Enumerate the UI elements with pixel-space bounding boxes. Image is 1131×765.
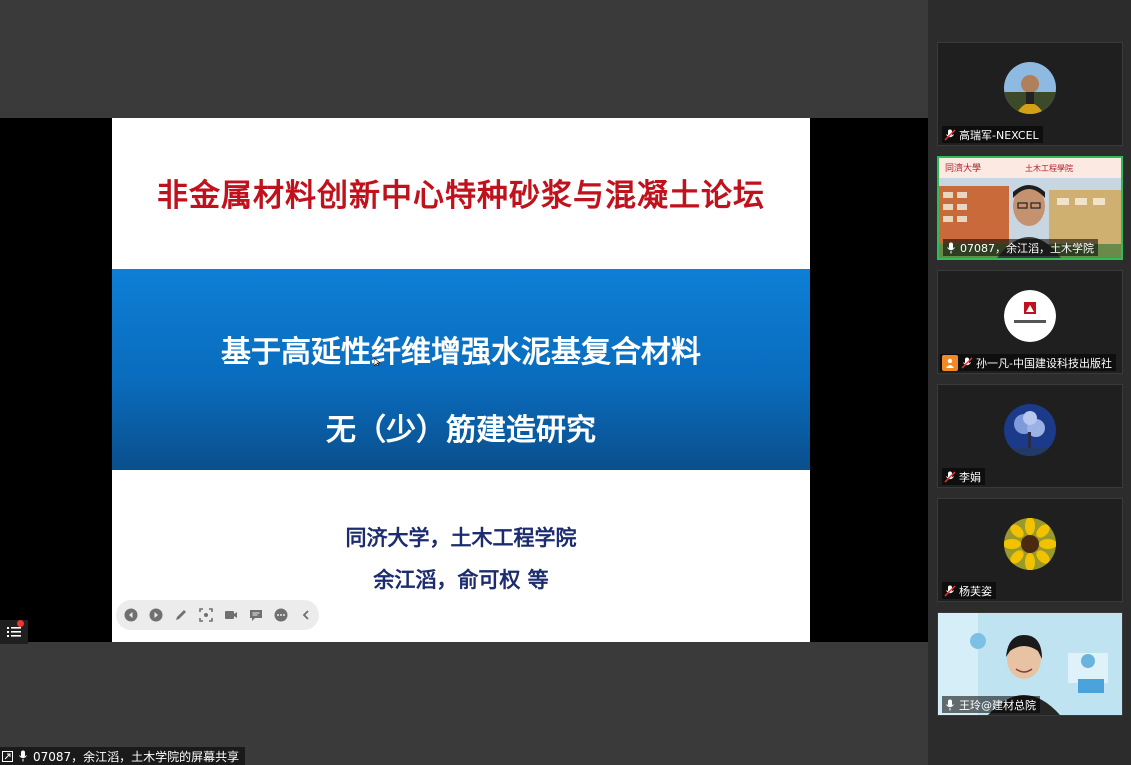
avatar bbox=[1004, 518, 1056, 570]
microphone-icon bbox=[946, 699, 954, 710]
microphone-icon bbox=[19, 750, 27, 762]
list-icon bbox=[7, 627, 21, 637]
slide-subtitle-line1: 基于高延性纤维增强水泥基复合材料 bbox=[221, 335, 701, 370]
participant-name: 王玲@建材总院 bbox=[959, 698, 1036, 712]
participant-tile[interactable]: 高瑞军-NEXCEL bbox=[937, 42, 1123, 146]
svg-text:土木工程學院: 土木工程學院 bbox=[1025, 163, 1073, 173]
shared-screen-area: 非金属材料创新中心特种砂浆与混凝土论坛 基于高延性纤维增强水泥基复合材料 无（少… bbox=[0, 0, 928, 765]
participant-tile[interactable]: 王玲@建材总院 bbox=[937, 612, 1123, 716]
participant-name-tag: 王玲@建材总院 bbox=[942, 696, 1040, 713]
slide-subtitle-line2: 无（少）筋建造研究 bbox=[326, 413, 596, 448]
participant-name-tag: 高瑞军-NEXCEL bbox=[942, 126, 1043, 143]
svg-text:同濟大學: 同濟大學 bbox=[945, 162, 981, 174]
slide-affiliation: 同济大学，土木工程学院 bbox=[345, 526, 577, 550]
participant-name: 李娟 bbox=[959, 470, 981, 484]
host-icon bbox=[942, 354, 958, 371]
participant-name-tag: 李娟 bbox=[942, 468, 985, 485]
participant-tile[interactable]: 杨芙姿 bbox=[937, 498, 1123, 602]
collapse-icon[interactable] bbox=[297, 606, 315, 624]
screenshot-icon[interactable] bbox=[197, 606, 215, 624]
microphone-muted-icon bbox=[944, 584, 956, 597]
avatar bbox=[1004, 62, 1056, 114]
microphone-muted-icon bbox=[961, 356, 973, 369]
next-icon[interactable] bbox=[147, 606, 165, 624]
notification-dot bbox=[17, 620, 24, 627]
screen-share-label: 07087，余江滔，土木学院的屏幕共享 bbox=[33, 749, 240, 764]
microphone-muted-icon bbox=[944, 470, 956, 483]
slideshow-toolbar bbox=[116, 600, 319, 630]
participant-name: 高瑞军-NEXCEL bbox=[959, 128, 1039, 142]
share-icon bbox=[2, 750, 13, 762]
participant-name: 孙一凡-中国建设科技出版社 bbox=[976, 356, 1112, 370]
participant-sidebar: 高瑞军-NEXCEL 同濟大學 土木工程學院 07087，余江滔，土木学院 孙一… bbox=[928, 0, 1131, 765]
subtitle-banner: 基于高延性纤维增强水泥基复合材料 无（少）筋建造研究 bbox=[112, 269, 810, 470]
participant-name-tag: 07087，余江滔，土木学院 bbox=[943, 239, 1098, 256]
screen-share-status: 07087，余江滔，土木学院的屏幕共享 bbox=[0, 747, 246, 765]
slide-authors: 余江滔，俞可权 等 bbox=[373, 568, 549, 592]
microphone-muted-icon bbox=[944, 128, 956, 141]
chat-icon[interactable] bbox=[247, 606, 265, 624]
participant-tile[interactable]: 孙一凡-中国建设科技出版社 bbox=[937, 270, 1123, 374]
microphone-icon bbox=[947, 242, 955, 253]
participant-name-tag: 孙一凡-中国建设科技出版社 bbox=[940, 354, 1116, 371]
participant-list-button[interactable] bbox=[0, 620, 28, 644]
slide-title: 非金属材料创新中心特种砂浆与混凝土论坛 bbox=[157, 178, 765, 214]
mouse-cursor-icon bbox=[374, 358, 380, 366]
participant-name: 07087，余江滔，土木学院 bbox=[960, 241, 1094, 255]
participant-name: 杨芙姿 bbox=[959, 584, 992, 598]
presentation-slide: 非金属材料创新中心特种砂浆与混凝土论坛 基于高延性纤维增强水泥基复合材料 无（少… bbox=[112, 118, 810, 642]
participant-tile[interactable]: 李娟 bbox=[937, 384, 1123, 488]
camera-icon[interactable] bbox=[222, 606, 240, 624]
pen-icon[interactable] bbox=[172, 606, 190, 624]
participant-tile-active-speaker[interactable]: 同濟大學 土木工程學院 07087，余江滔，土木学院 bbox=[937, 156, 1123, 260]
participant-name-tag: 杨芙姿 bbox=[942, 582, 996, 599]
more-icon[interactable] bbox=[272, 606, 290, 624]
avatar bbox=[1004, 290, 1056, 342]
avatar bbox=[1004, 404, 1056, 456]
prev-icon[interactable] bbox=[122, 606, 140, 624]
